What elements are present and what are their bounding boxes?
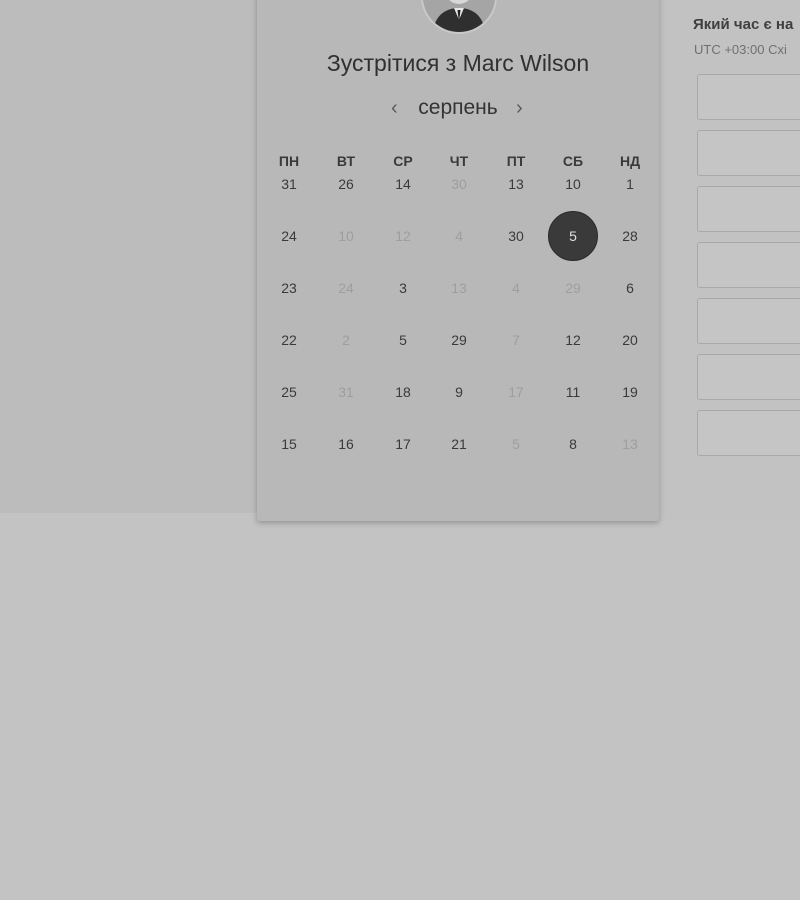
calendar-day[interactable]: 24: [264, 211, 314, 261]
calendar-day: 13: [451, 280, 467, 296]
calendar-day: 4: [455, 228, 463, 244]
calendar-day[interactable]: 28: [605, 211, 655, 261]
timezone-selector[interactable]: UTC +03:00 Схі: [694, 42, 787, 57]
calendar-day[interactable]: 8: [548, 419, 598, 469]
calendar-day-grid: 31 26 14 30 13 10 1 24 10 12 4 30 5 28 23 24 3 13 4 29 6 22 2 5…: [257, 0, 659, 521]
calendar-day[interactable]: 1: [605, 159, 655, 209]
calendar-day[interactable]: 5: [378, 315, 428, 365]
calendar-day: 5: [512, 436, 520, 452]
calendar-day: 10: [338, 228, 354, 244]
calendar-day[interactable]: 29: [434, 315, 484, 365]
time-slot-button[interactable]: [697, 130, 800, 176]
calendar-day[interactable]: 25: [264, 367, 314, 417]
calendar-day: 29: [565, 280, 581, 296]
selected-day[interactable]: 5: [548, 211, 598, 261]
time-slot-button[interactable]: [697, 186, 800, 232]
time-slot-button[interactable]: [697, 298, 800, 344]
calendar-day[interactable]: 26: [321, 159, 371, 209]
calendar-day[interactable]: 13: [491, 159, 541, 209]
calendar-day: 24: [338, 280, 354, 296]
calendar-day[interactable]: 11: [548, 367, 598, 417]
calendar-day[interactable]: 17: [378, 419, 428, 469]
calendar-day: 12: [395, 228, 411, 244]
calendar-day: 17: [508, 384, 524, 400]
calendar-day[interactable]: 3: [378, 263, 428, 313]
calendar-day: 2: [342, 332, 350, 348]
time-selection-panel: Який час є на UTC +03:00 Схі: [659, 0, 800, 521]
calendar-day[interactable]: 23: [264, 263, 314, 313]
calendar-day: 4: [512, 280, 520, 296]
calendar-day[interactable]: 22: [264, 315, 314, 365]
calendar-day[interactable]: 9: [434, 367, 484, 417]
calendar-day[interactable]: 30: [491, 211, 541, 261]
time-slot-button[interactable]: [697, 410, 800, 456]
calendar-day[interactable]: 21: [434, 419, 484, 469]
calendar-day[interactable]: 6: [605, 263, 655, 313]
time-slot-button[interactable]: [697, 242, 800, 288]
calendar-day[interactable]: 15: [264, 419, 314, 469]
calendar-day[interactable]: 19: [605, 367, 655, 417]
calendar-day[interactable]: 31: [264, 159, 314, 209]
calendar-day: 13: [622, 436, 638, 452]
calendar-day[interactable]: 16: [321, 419, 371, 469]
time-slot-button[interactable]: [697, 74, 800, 120]
calendar-day[interactable]: 18: [378, 367, 428, 417]
time-slot-button[interactable]: [697, 354, 800, 400]
calendar-day: 31: [338, 384, 354, 400]
calendar-day[interactable]: 14: [378, 159, 428, 209]
calendar-day[interactable]: 12: [548, 315, 598, 365]
calendar-day[interactable]: 20: [605, 315, 655, 365]
timezone-question: Який час є на: [693, 16, 794, 33]
calendar-day[interactable]: 10: [548, 159, 598, 209]
calendar-day: 7: [512, 332, 520, 348]
calendar-day: 30: [451, 176, 467, 192]
